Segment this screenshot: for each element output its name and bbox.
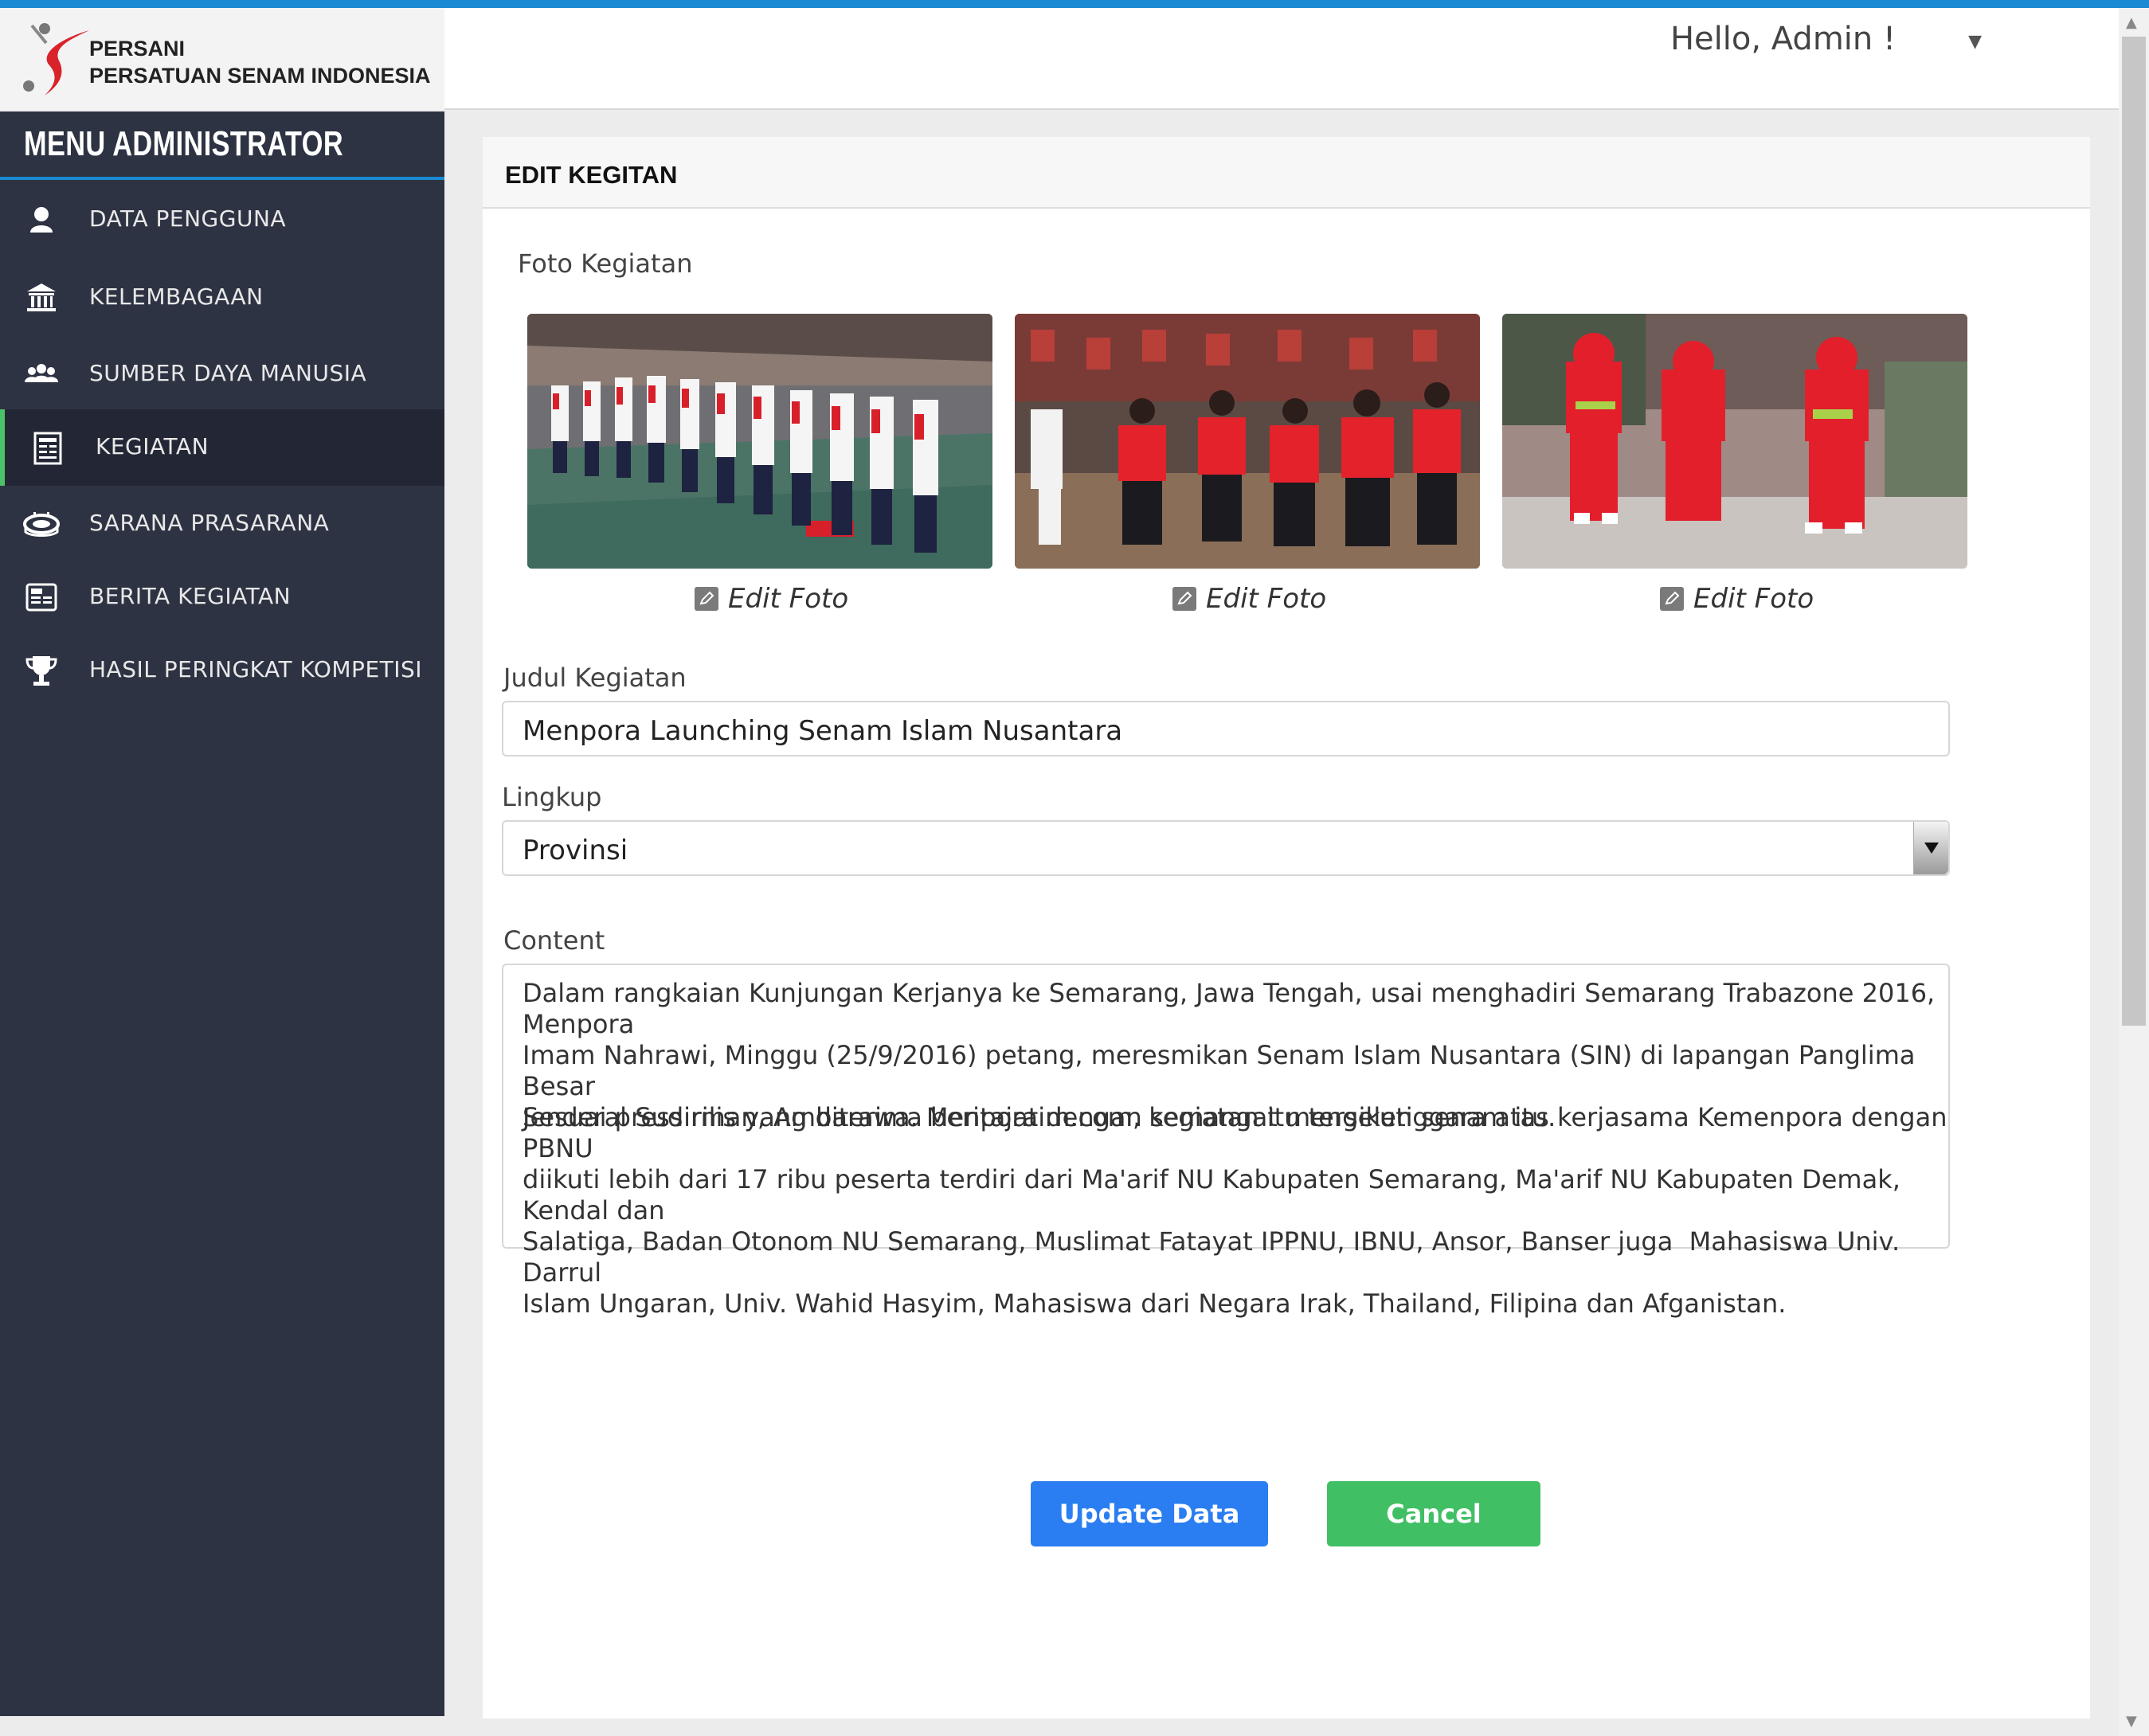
sidebar-item-label: HASIL PERINGKAT KOMPETISI [89,656,423,682]
edit-photo-label: Edit Foto [1693,583,1814,615]
user-icon [30,207,53,233]
sidebar-item-data-pengguna[interactable]: DATA PENGGUNA [0,182,444,258]
trophy-icon [25,656,57,686]
activity-photo-3 [1502,314,1967,569]
edit-photo-label: Edit Foto [1206,583,1327,615]
judul-kegiatan-input[interactable]: Menpora Launching Senam Islam Nusantara [502,701,1950,757]
edit-form-panel: EDIT KEGITAN Foto Kegiatan Edit Foto Edi… [483,137,2090,1718]
brand-full: PERSATUAN SENAM INDONESIA [89,64,431,88]
activity-list-icon [33,432,62,465]
lingkup-label: Lingkup [502,782,602,812]
activity-photo-1 [527,314,992,569]
lingkup-selected-value: Provinsi [523,835,628,866]
content-label: Content [503,925,605,956]
edit-photo-2-link[interactable]: Edit Foto [1172,583,1326,615]
update-data-button[interactable]: Update Data [1031,1481,1268,1546]
select-dropdown-arrow-icon[interactable] [1913,822,1948,874]
logo[interactable]: PERSANI PERSATUAN SENAM INDONESIA [0,8,444,110]
sidebar-item-berita-kegiatan[interactable]: BERITA KEGIATAN [0,559,444,635]
scroll-up-arrow-icon[interactable]: ▲ [2126,14,2137,31]
sidebar-item-label: BERITA KEGIATAN [89,583,292,609]
sidebar-item-label: SARANA PRASARANA [89,510,330,536]
pencil-icon [695,587,718,611]
sidebar: MENU ADMINISTRATOR DATA PENGGUNA KELEMBA… [0,111,444,1716]
people-icon [25,364,58,382]
judul-kegiatan-value: Menpora Launching Senam Islam Nusantara [523,715,1123,747]
news-icon [25,583,57,612]
edit-photo-label: Edit Foto [728,583,849,615]
persani-logo-icon [23,23,89,96]
scroll-down-arrow-icon[interactable]: ▼ [2126,1713,2137,1730]
scrollbar-thumb[interactable] [2122,37,2146,1026]
judul-kegiatan-label: Judul Kegiatan [503,663,687,693]
institution-icon [27,283,56,311]
sidebar-item-label: KEGIATAN [96,433,209,459]
sidebar-item-label: DATA PENGGUNA [89,205,287,232]
page-scrollbar[interactable]: ▲ ▼ [2119,8,2149,1736]
sidebar-item-sarana-prasarana[interactable]: SARANA PRASARANA [0,486,444,562]
page-title: EDIT KEGITAN [505,161,678,189]
sidebar-item-sumber-daya-manusia[interactable]: SUMBER DAYA MANUSIA [0,336,444,412]
pencil-icon [1660,587,1684,611]
lingkup-select[interactable]: Provinsi [502,820,1950,876]
edit-photo-1-link[interactable]: Edit Foto [695,583,848,615]
content-paragraph-2: Sesuai press rilis yang diterima beritaj… [523,1102,1947,1319]
sidebar-title: MENU ADMINISTRATOR [0,111,444,180]
sidebar-item-hasil-peringkat-kompetisi[interactable]: HASIL PERINGKAT KOMPETISI [0,632,444,709]
top-accent-line [0,0,2149,8]
photos-label: Foto Kegiatan [518,248,693,279]
user-menu-caret-icon[interactable]: ▼ [1968,32,1982,52]
sidebar-item-kelembagaan[interactable]: KELEMBAGAAN [0,260,444,336]
edit-photo-3-link[interactable]: Edit Foto [1660,583,1814,615]
cancel-button[interactable]: Cancel [1327,1481,1540,1546]
header: PERSANI PERSATUAN SENAM INDONESIA Hello,… [0,8,2119,110]
sidebar-item-label: SUMBER DAYA MANUSIA [89,360,367,386]
activity-photo-2 [1015,314,1480,569]
content-textarea[interactable]: Dalam rangkaian Kunjungan Kerjanya ke Se… [502,964,1950,1319]
sidebar-item-kegiatan[interactable]: KEGIATAN [0,409,444,486]
brand-short: PERSANI [89,37,186,61]
sidebar-item-label: KELEMBAGAAN [89,283,264,310]
pencil-icon [1172,587,1196,611]
user-greeting[interactable]: Hello, Admin ! [1670,21,1896,57]
panel-header: EDIT KEGITAN [483,137,2090,209]
stadium-icon [23,512,60,537]
